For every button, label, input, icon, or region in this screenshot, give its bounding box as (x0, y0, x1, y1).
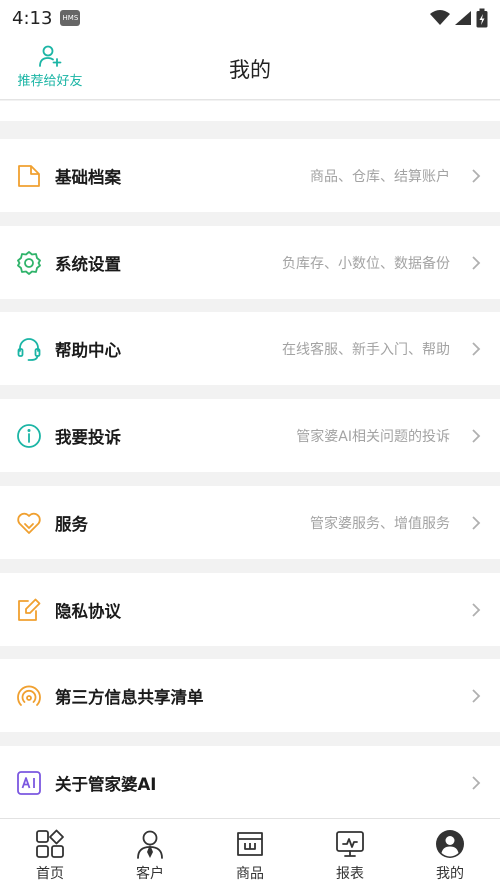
menu-item-label: 帮助中心 (55, 340, 121, 360)
menu-item-third-party-sharing[interactable]: 第三方信息共享清单 (0, 659, 500, 732)
heart-icon (16, 510, 42, 536)
menu-item-label: 第三方信息共享清单 (55, 687, 204, 707)
chevron-right-icon (470, 341, 482, 357)
status-bar: 4:13 HMS (0, 0, 500, 36)
menu-item-desc: 负库存、小数位、数据备份 (282, 255, 450, 272)
wifi-icon (430, 10, 450, 25)
grid-icon (36, 829, 64, 858)
gear-icon (16, 250, 42, 276)
tab-reports[interactable]: 报表 (300, 819, 400, 889)
status-time: 4:13 (12, 7, 53, 29)
info-icon (16, 423, 42, 449)
header: 推荐给好友 我的 (0, 36, 500, 100)
chevron-right-icon (470, 515, 482, 531)
store-icon (237, 832, 263, 856)
top-strip (0, 101, 500, 121)
menu-item-desc: 商品、仓库、结算账户 (310, 168, 450, 185)
status-indicators (430, 8, 488, 28)
broadcast-icon (16, 683, 42, 709)
tab-products[interactable]: 商品 (200, 819, 300, 889)
menu-item-system-settings[interactable]: 系统设置 负库存、小数位、数据备份 (0, 226, 500, 299)
folder-icon (16, 163, 42, 189)
menu-item-label: 我要投诉 (55, 427, 121, 447)
tab-label: 我的 (436, 866, 464, 882)
menu-item-desc: 在线客服、新手入门、帮助 (282, 341, 450, 358)
menu-item-privacy[interactable]: 隐私协议 (0, 573, 500, 646)
tab-label: 报表 (336, 866, 364, 882)
recommend-to-friend-button[interactable]: 推荐给好友 (12, 44, 88, 89)
profile-icon (436, 830, 464, 858)
menu-item-basic-archive[interactable]: 基础档案 商品、仓库、结算账户 (0, 139, 500, 212)
hms-badge: HMS (60, 10, 81, 26)
signal-icon (455, 11, 471, 25)
tab-home[interactable]: 首页 (0, 819, 100, 889)
monitor-chart-icon (336, 831, 364, 857)
tab-label: 首页 (36, 866, 64, 882)
chevron-right-icon (470, 775, 482, 791)
bottom-tab-bar: 首页 客户 商品 报表 我的 (0, 818, 500, 889)
user-icon (137, 830, 163, 859)
tab-label: 客户 (136, 866, 164, 882)
headset-icon (16, 336, 42, 362)
chevron-right-icon (470, 602, 482, 618)
tab-customers[interactable]: 客户 (100, 819, 200, 889)
menu-item-label: 基础档案 (55, 167, 121, 187)
chevron-right-icon (470, 428, 482, 444)
menu-item-label: 隐私协议 (55, 601, 121, 621)
menu-item-label: 关于管家婆AI (55, 774, 157, 794)
tab-mine[interactable]: 我的 (400, 819, 500, 889)
battery-icon (476, 8, 488, 28)
menu-item-complaint[interactable]: 我要投诉 管家婆AI相关问题的投诉 (0, 399, 500, 472)
chevron-right-icon (470, 255, 482, 271)
edit-document-icon (16, 597, 42, 623)
tab-label: 商品 (236, 866, 264, 882)
chevron-right-icon (470, 168, 482, 184)
menu-item-about[interactable]: 关于管家婆AI (0, 746, 500, 819)
menu-item-label: 服务 (55, 514, 88, 534)
add-user-icon (39, 45, 62, 67)
recommend-label: 推荐给好友 (17, 74, 83, 89)
menu-item-help-center[interactable]: 帮助中心 在线客服、新手入门、帮助 (0, 312, 500, 385)
menu-item-service[interactable]: 服务 管家婆服务、增值服务 (0, 486, 500, 559)
menu-item-desc: 管家婆服务、增值服务 (310, 515, 450, 532)
ai-icon (16, 770, 42, 796)
menu-item-label: 系统设置 (55, 254, 121, 274)
chevron-right-icon (470, 688, 482, 704)
menu-item-desc: 管家婆AI相关问题的投诉 (296, 428, 450, 445)
